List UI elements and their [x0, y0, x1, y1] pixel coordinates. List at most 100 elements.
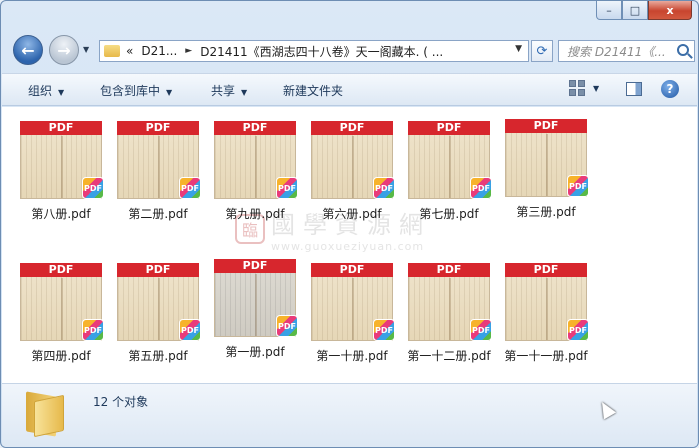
- breadcrumb-separator-icon[interactable]: ►: [185, 46, 192, 56]
- pdf-icon: PDF: [470, 319, 492, 341]
- explorer-window: – □ x ← → ▼ « D21... ► D21411《西湖志四十八卷》天一…: [0, 0, 699, 448]
- file-name: 第一十二册.pdf: [407, 349, 491, 363]
- pdf-icon: PDF: [373, 177, 395, 199]
- new-folder-button[interactable]: 新建文件夹: [283, 82, 343, 99]
- file-name: 第四册.pdf: [31, 349, 91, 363]
- file-name: 第三册.pdf: [516, 205, 576, 219]
- arrow-left-icon: ←: [21, 40, 35, 60]
- pdf-thumbnail: PDF PDF: [117, 263, 201, 341]
- forward-button[interactable]: →: [49, 35, 79, 65]
- preview-pane-button[interactable]: [626, 82, 642, 96]
- pdf-banner: PDF: [311, 263, 393, 277]
- pdf-icon: PDF: [82, 319, 104, 341]
- pdf-icon: PDF: [276, 315, 298, 337]
- pdf-icon: PDF: [82, 177, 104, 199]
- file-item[interactable]: PDF PDF 第五册.pdf: [110, 263, 206, 364]
- arrow-right-icon: →: [57, 40, 71, 60]
- new-folder-label: 新建文件夹: [283, 84, 344, 98]
- file-item[interactable]: PDF PDF 第四册.pdf: [13, 263, 109, 364]
- file-item[interactable]: PDF PDF 第一十册.pdf: [304, 263, 400, 364]
- file-item[interactable]: PDF PDF 第一册.pdf: [207, 259, 303, 360]
- file-item[interactable]: PDF PDF 第一十一册.pdf: [498, 263, 594, 364]
- maximize-button[interactable]: □: [622, 1, 648, 20]
- pdf-banner: PDF: [408, 121, 490, 135]
- file-item[interactable]: PDF PDF 第九册.pdf: [207, 121, 303, 222]
- pdf-thumbnail: PDF PDF: [311, 121, 395, 199]
- search-input[interactable]: 搜索 D21411《...: [558, 40, 695, 62]
- file-name: 第七册.pdf: [419, 207, 479, 221]
- file-name: 第五册.pdf: [128, 349, 188, 363]
- breadcrumb-parent[interactable]: D21...: [141, 44, 177, 58]
- file-item[interactable]: PDF PDF 第六册.pdf: [304, 121, 400, 222]
- pdf-thumbnail: PDF PDF: [20, 263, 104, 341]
- search-placeholder: 搜索 D21411《...: [567, 44, 666, 59]
- pdf-thumbnail: PDF PDF: [408, 263, 492, 341]
- pdf-icon: PDF: [373, 319, 395, 341]
- pdf-thumbnail: PDF PDF: [214, 121, 298, 199]
- include-library-menu[interactable]: 包含到库中 ▼: [100, 82, 172, 99]
- file-name: 第九册.pdf: [225, 207, 285, 221]
- minimize-button[interactable]: –: [596, 1, 622, 20]
- folder-icon: [104, 45, 120, 57]
- pdf-banner: PDF: [20, 121, 102, 135]
- pdf-thumbnail: PDF PDF: [505, 263, 589, 341]
- organize-menu[interactable]: 组织 ▼: [28, 82, 64, 99]
- pdf-thumbnail: PDF PDF: [505, 119, 589, 197]
- help-icon: ?: [661, 80, 679, 98]
- search-icon[interactable]: [677, 44, 689, 56]
- change-view-button[interactable]: ▼: [569, 80, 599, 96]
- pdf-thumbnail: PDF PDF: [408, 121, 492, 199]
- pdf-thumbnail: PDF PDF: [20, 121, 104, 199]
- help-button[interactable]: ?: [661, 80, 679, 98]
- chevron-down-icon: ▼: [166, 88, 173, 97]
- file-name: 第二册.pdf: [128, 207, 188, 221]
- pdf-banner: PDF: [214, 259, 296, 273]
- file-item[interactable]: PDF PDF 第七册.pdf: [401, 121, 497, 222]
- address-bar[interactable]: « D21... ► D21411《西湖志四十八卷》天一阁藏本. ( ... ▼: [99, 40, 529, 62]
- file-item[interactable]: PDF PDF 第二册.pdf: [110, 121, 206, 222]
- pdf-icon: PDF: [567, 319, 589, 341]
- include-library-label: 包含到库中: [100, 84, 161, 98]
- pdf-thumbnail: PDF PDF: [214, 259, 298, 337]
- item-count: 12 个对象: [93, 395, 149, 409]
- file-item[interactable]: PDF PDF 第三册.pdf: [498, 119, 594, 220]
- file-name: 第一十册.pdf: [316, 349, 388, 363]
- navigation-bar: ← → ▼ « D21... ► D21411《西湖志四十八卷》天一阁藏本. (…: [7, 31, 695, 69]
- pdf-banner: PDF: [117, 121, 199, 135]
- refresh-button[interactable]: ⟳: [531, 40, 553, 62]
- pdf-banner: PDF: [505, 263, 587, 277]
- file-item[interactable]: PDF PDF 第八册.pdf: [13, 121, 109, 222]
- file-name: 第八册.pdf: [31, 207, 91, 221]
- recent-pages-dropdown[interactable]: ▼: [83, 45, 89, 54]
- file-item[interactable]: PDF PDF 第一十二册.pdf: [401, 263, 497, 364]
- file-name: 第一册.pdf: [225, 345, 285, 359]
- details-pane: 12 个对象: [2, 383, 697, 447]
- file-list: 臨 國學資源網 www.guoxueziyuan.com PDF PDF 第八册…: [2, 107, 697, 383]
- address-dropdown-icon[interactable]: ▼: [515, 44, 522, 54]
- organize-label: 组织: [28, 84, 53, 98]
- pdf-banner: PDF: [214, 121, 296, 135]
- pdf-banner: PDF: [311, 121, 393, 135]
- pdf-banner: PDF: [505, 119, 587, 133]
- preview-pane-icon: [626, 82, 642, 96]
- pdf-thumbnail: PDF PDF: [311, 263, 395, 341]
- pdf-banner: PDF: [117, 263, 199, 277]
- folder-icon: [26, 391, 70, 438]
- file-name: 第六册.pdf: [322, 207, 382, 221]
- breadcrumb-current[interactable]: D21411《西湖志四十八卷》天一阁藏本. ( ...: [200, 43, 443, 60]
- pdf-icon: PDF: [179, 319, 201, 341]
- pdf-icon: PDF: [470, 177, 492, 199]
- share-menu[interactable]: 共享 ▼: [211, 82, 247, 99]
- command-bar: 组织 ▼ 包含到库中 ▼ 共享 ▼ 新建文件夹 ▼ ?: [2, 73, 697, 106]
- close-button[interactable]: x: [648, 1, 692, 20]
- share-label: 共享: [211, 84, 236, 98]
- chevron-down-icon: ▼: [58, 88, 65, 97]
- refresh-icon: ⟳: [536, 43, 548, 59]
- pdf-icon: PDF: [567, 175, 589, 197]
- view-grid-icon: [569, 80, 585, 96]
- pdf-banner: PDF: [408, 263, 490, 277]
- back-button[interactable]: ←: [13, 35, 43, 65]
- file-name: 第一十一册.pdf: [504, 349, 588, 363]
- pdf-thumbnail: PDF PDF: [117, 121, 201, 199]
- breadcrumb-overflow[interactable]: «: [126, 44, 133, 58]
